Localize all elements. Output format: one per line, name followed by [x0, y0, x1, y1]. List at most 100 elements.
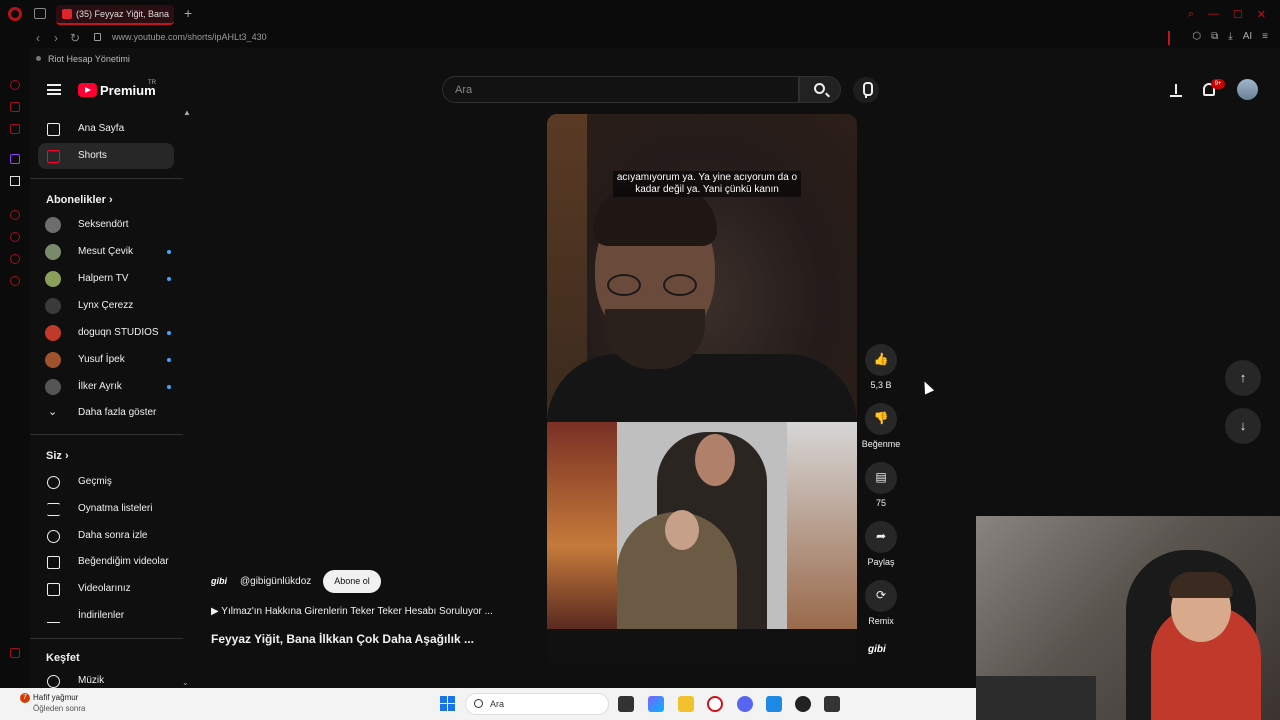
- channel-handle[interactable]: @gibigünlükdoz: [240, 576, 311, 587]
- opera-taskbar-icon[interactable]: [707, 696, 723, 712]
- sidebar-item-shorts[interactable]: Shorts: [38, 143, 174, 169]
- opera-sidebar: [0, 48, 30, 688]
- channel-logo[interactable]: gibi: [211, 576, 233, 588]
- search-tabs-icon[interactable]: ⌕: [1188, 8, 1194, 21]
- forward-icon[interactable]: ›: [54, 31, 58, 45]
- browser-tab-active[interactable]: (35) Feyyaz Yiğit, Bana İ: [56, 5, 174, 25]
- sidebar-settings-icon[interactable]: [10, 276, 20, 286]
- avatar[interactable]: [1237, 79, 1258, 100]
- like-count: 5,3 B: [870, 380, 892, 390]
- sidebar-item-subscription[interactable]: Yusuf İpek: [38, 347, 174, 373]
- youtube-logo-icon[interactable]: [78, 83, 97, 97]
- video-bottom-panel: [547, 422, 857, 629]
- task-view-icon[interactable]: [618, 696, 634, 712]
- dislike-button[interactable]: 👎 Beğenme: [862, 403, 900, 449]
- snapshot-icon[interactable]: ⧉: [1211, 31, 1218, 42]
- sidebar-item-subscription[interactable]: Seksendört: [38, 212, 174, 238]
- subscriptions-heading[interactable]: Abonelikler ›: [46, 194, 113, 206]
- voice-search-button[interactable]: [853, 77, 879, 103]
- bookmark-riot[interactable]: Riot Hesap Yönetimi: [48, 54, 130, 64]
- your-videos-icon: [47, 583, 60, 596]
- sidebar-item-label: Daha fazla göster: [78, 407, 157, 418]
- you-heading[interactable]: Siz ›: [46, 450, 69, 462]
- sidebar-item-label: Ana Sayfa: [78, 123, 125, 134]
- sidebar-item-home[interactable]: Ana Sayfa: [38, 116, 174, 142]
- sidebar-player-icon[interactable]: [10, 210, 20, 220]
- sidebar-music-icon[interactable]: [10, 124, 20, 134]
- sidebar-item-your-videos[interactable]: Videolarınız: [38, 576, 174, 602]
- sidebar-more-icon[interactable]: [10, 648, 20, 658]
- steam-icon[interactable]: [795, 696, 811, 712]
- guide-menu-icon[interactable]: [47, 84, 61, 95]
- sidebar-item-history[interactable]: Geçmiş: [38, 469, 174, 495]
- sidebar-item-liked[interactable]: Beğendiğim videolar: [38, 549, 174, 575]
- sidebar-item-label: İlker Ayrık: [78, 381, 122, 392]
- discord-icon[interactable]: [737, 696, 753, 712]
- dislike-circle: 👎: [865, 403, 897, 435]
- weather-subtitle: Öğleden sonra: [33, 704, 86, 713]
- ai-button[interactable]: AI: [1243, 31, 1252, 42]
- explore-heading: Keşfet: [46, 652, 80, 664]
- extensions-icon[interactable]: ⬡: [1192, 31, 1201, 42]
- download-icon[interactable]: ⤓: [1228, 31, 1232, 42]
- standing-man-face: [695, 434, 735, 486]
- weather-widget[interactable]: Hafif yağmur: [33, 693, 78, 702]
- playlist-link[interactable]: ▶ Yılmaz'ın Hakkına Girenlerin Teker Tek…: [211, 606, 493, 617]
- search-input[interactable]: Ara: [442, 76, 799, 103]
- close-window-icon[interactable]: ✕: [1257, 8, 1266, 21]
- subscribe-button[interactable]: Abone ol: [323, 570, 381, 593]
- windows-start-icon[interactable]: [440, 696, 456, 712]
- upload-icon[interactable]: [1170, 82, 1182, 98]
- search-button[interactable]: [799, 76, 841, 103]
- sidebar-item-subscription[interactable]: doguqn STUDIOS: [38, 320, 174, 346]
- sidebar-item-downloads[interactable]: İndirilenler: [38, 603, 174, 629]
- next-short-button[interactable]: ↓: [1225, 408, 1261, 444]
- show-more-button[interactable]: ⌄ Daha fazla göster: [38, 400, 174, 426]
- sidebar-item-subscription[interactable]: Mesut Çevik: [38, 239, 174, 265]
- sidebar-item-subscription[interactable]: Lynx Çerezz: [38, 293, 174, 319]
- new-tab-icon[interactable]: +: [184, 5, 192, 21]
- shorts-video-player[interactable]: acıyamıyorum ya. Ya yine acıyorum da o k…: [547, 114, 857, 665]
- share-button[interactable]: ➦ Paylaş: [864, 521, 898, 567]
- taskbar-search-label: Ara: [490, 699, 505, 709]
- file-explorer-icon[interactable]: [678, 696, 694, 712]
- tab-overview-icon[interactable]: [34, 8, 46, 19]
- liked-icon: [47, 556, 60, 569]
- remix-button[interactable]: ⟳ Remix: [864, 580, 898, 626]
- guide-scroll-down-icon[interactable]: ⌄: [182, 678, 189, 687]
- sidebar-history-icon[interactable]: [10, 232, 20, 242]
- sidebar-messenger-icon[interactable]: [10, 102, 20, 112]
- sidebar-item-watch-later[interactable]: Daha sonra izle: [38, 523, 174, 549]
- video-title[interactable]: Feyyaz Yiğit, Bana İlkkan Çok Daha Aşağı…: [211, 632, 474, 646]
- minimize-icon[interactable]: —: [1208, 8, 1219, 21]
- opera-logo-icon[interactable]: [8, 7, 22, 21]
- sidebar-item-label: Müzik: [78, 675, 105, 686]
- reload-icon[interactable]: ↻: [70, 31, 80, 45]
- sidebar-item-subscription[interactable]: Halpern TV: [38, 266, 174, 292]
- sidebar-item-label: Beğendiğim videolar: [78, 556, 169, 567]
- like-button[interactable]: 👍 5,3 B: [864, 344, 898, 390]
- previous-short-button[interactable]: ↑: [1225, 360, 1261, 396]
- epic-games-icon[interactable]: [824, 696, 840, 712]
- taskbar-search[interactable]: Ara: [465, 693, 609, 715]
- back-icon[interactable]: ‹: [36, 31, 40, 45]
- sidebar-x-icon[interactable]: [10, 176, 20, 186]
- menu-icon[interactable]: ≡: [1262, 31, 1268, 42]
- webcam-hair: [1169, 572, 1233, 598]
- channel-avatar: [45, 298, 61, 314]
- app-icon[interactable]: [766, 696, 782, 712]
- divider: [30, 638, 183, 639]
- comments-button[interactable]: ▤ 75: [864, 462, 898, 508]
- sidebar-ai-icon[interactable]: [10, 80, 20, 90]
- sidebar-item-subscription[interactable]: İlker Ayrık: [38, 374, 174, 400]
- music-icon: [47, 675, 60, 688]
- guide-scroll-up-icon[interactable]: ▲: [183, 108, 191, 117]
- sidebar-twitch-icon[interactable]: [10, 154, 20, 164]
- you-title: Siz: [46, 450, 62, 462]
- sidebar-flow-icon[interactable]: [10, 254, 20, 264]
- sidebar-item-playlists[interactable]: Oynatma listeleri: [38, 496, 174, 522]
- maximize-icon[interactable]: ☐: [1233, 8, 1243, 21]
- channel-thumbnail[interactable]: gibi: [868, 644, 886, 655]
- url-field[interactable]: www.youtube.com/shorts/ipAHLt3_430: [112, 32, 267, 42]
- copilot-icon[interactable]: [648, 696, 664, 712]
